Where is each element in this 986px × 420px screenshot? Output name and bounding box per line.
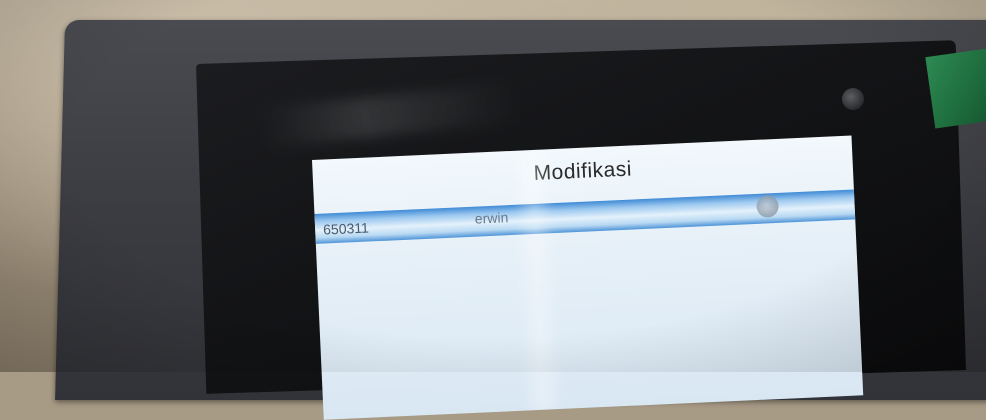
- user-id: 650311: [322, 219, 370, 238]
- list-item-selected[interactable]: 650311 erwin: [314, 189, 856, 244]
- camera-icon: [842, 88, 864, 110]
- green-tape: [925, 47, 986, 129]
- lcd-screen: Modifikasi 650311 erwin: [312, 135, 864, 420]
- user-name: erwin: [474, 209, 509, 227]
- settings-icon[interactable]: [756, 194, 780, 218]
